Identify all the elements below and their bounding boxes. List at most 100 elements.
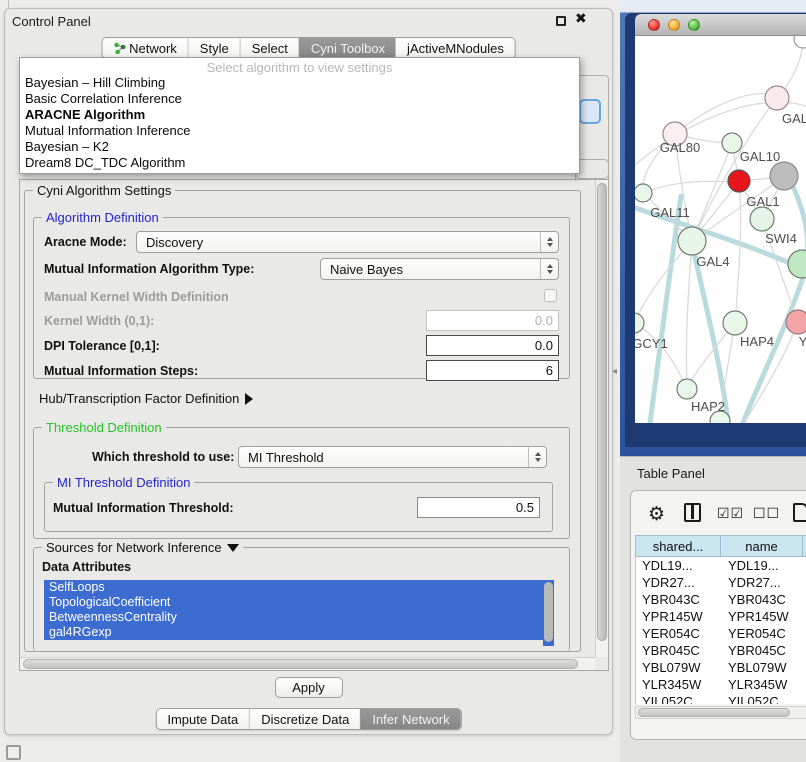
mi-threshold-label: Mutual Information Threshold:	[53, 501, 234, 515]
network-node[interactable]	[723, 311, 747, 335]
table-cell: YDR27...	[636, 574, 722, 591]
mi-threshold-field[interactable]	[417, 497, 540, 518]
mi-steps-field[interactable]	[426, 360, 559, 381]
mi-algorithm-type-combo[interactable]: Naive Bayes	[320, 258, 559, 280]
table-body: YDL19...YDL19...13YDR27...YDR27...12YBR0…	[635, 557, 806, 704]
tab-impute-data[interactable]: Impute Data	[156, 709, 249, 729]
node-label: HAP2	[691, 399, 725, 414]
data-attributes-list: SelfLoopsTopologicalCoefficientBetweenne…	[44, 580, 543, 646]
table-cell: YLR345W	[636, 676, 722, 693]
splitter-handle-icon[interactable]: ◂	[612, 366, 617, 377]
table-cell: YER054C	[722, 625, 804, 642]
network-node[interactable]	[635, 184, 652, 202]
table-row[interactable]: YPR145WYPR145W9.	[636, 608, 806, 625]
dropdown-item-list: Bayesian – Hill ClimbingBasic Correlatio…	[20, 75, 579, 171]
table-row[interactable]: YBL079WYBL079W	[636, 659, 806, 676]
gear-icon[interactable]: ⚙	[648, 503, 665, 525]
list-item[interactable]: SelfLoops	[44, 580, 543, 595]
tab-label: Style	[200, 41, 229, 56]
node-label: HAP4	[740, 334, 774, 349]
minimize-traffic-light[interactable]	[668, 19, 680, 31]
table-cell: YER054C	[636, 625, 722, 642]
columns-icon[interactable]	[684, 503, 701, 522]
dropdown-item[interactable]: Mutual Information Inference	[20, 123, 579, 139]
aracne-mode-combo[interactable]: Discovery	[136, 231, 559, 253]
network-node[interactable]	[728, 170, 750, 192]
tab-label: Discretize Data	[261, 712, 349, 727]
table-row[interactable]: YLR345WYLR345W9.	[636, 676, 806, 693]
table-row[interactable]: YDL19...YDL19...13	[636, 557, 806, 574]
expander-arrow-icon	[245, 393, 253, 405]
manual-kernel-checkbox[interactable]	[544, 289, 557, 302]
which-threshold-combo[interactable]: MI Threshold	[238, 446, 547, 468]
list-scrollbar[interactable]	[543, 580, 554, 646]
network-node[interactable]	[765, 86, 789, 110]
list-item[interactable]: BetweennessCentrality	[44, 610, 543, 625]
tab-cyni-toolbox[interactable]: Cyni Toolbox	[299, 38, 396, 58]
table-cell: YBL079W	[722, 659, 804, 676]
obscured-combo-fragment	[575, 159, 609, 179]
tab-network[interactable]: Network	[102, 38, 188, 58]
tab-infer-network[interactable]: Infer Network	[360, 709, 460, 729]
table-horizontal-scrollbar[interactable]	[635, 706, 806, 719]
table-row[interactable]: YDR27...YDR27...12	[636, 574, 806, 591]
checked-boxes-icon[interactable]: ☑☑	[717, 503, 744, 525]
network-node[interactable]	[794, 36, 806, 48]
tab-discretize-data[interactable]: Discretize Data	[249, 709, 360, 729]
close-traffic-light[interactable]	[648, 19, 660, 31]
hub-definition-expander[interactable]: Hub/Transcription Factor Definition	[39, 391, 253, 406]
kernel-width-field[interactable]	[426, 310, 559, 331]
desktop-top-strip	[620, 0, 806, 13]
cyni-mode-tabs: Impute Data Discretize Data Infer Network	[155, 708, 461, 730]
column-header[interactable]: shared...	[635, 535, 721, 557]
network-node[interactable]	[750, 207, 774, 231]
tab-label: Impute Data	[167, 712, 238, 727]
tab-jactivemnodules[interactable]: jActiveMNodules	[396, 38, 515, 58]
mi-steps-label: Mutual Information Steps:	[44, 364, 198, 378]
node-label: GAL	[782, 111, 806, 126]
network-graph: GALGAL80GAL10GAL1GAL11SWI4GAL4GCY1HAP4YH…	[635, 36, 806, 423]
network-edge	[735, 182, 741, 323]
table-row[interactable]: YBR045CYBR045C9.	[636, 642, 806, 659]
aracne-mode-label: Aracne Mode:	[44, 235, 127, 249]
list-item[interactable]: TopologicalCoefficient	[44, 595, 543, 610]
list-item[interactable]: gal4RGexp	[44, 625, 543, 640]
network-node[interactable]	[788, 250, 806, 278]
network-canvas[interactable]: GALGAL80GAL10GAL1GAL11SWI4GAL4GCY1HAP4YH…	[635, 36, 806, 423]
close-icon[interactable]: ✖	[575, 11, 587, 27]
tab-style[interactable]: Style	[188, 38, 240, 58]
network-node[interactable]	[677, 379, 697, 399]
dropdown-item[interactable]: Basic Correlation Inference	[20, 91, 579, 107]
dropdown-item[interactable]: Dream8 DC_TDC Algorithm	[20, 155, 579, 171]
group-title: Threshold Definition	[42, 420, 166, 435]
network-node[interactable]	[678, 227, 706, 255]
table-cell: YBR045C	[636, 642, 722, 659]
network-node[interactable]	[786, 310, 806, 334]
table-row[interactable]: YIL052CYIL052C9	[636, 693, 806, 704]
node-label: GAL10	[740, 149, 780, 164]
dpi-tolerance-field[interactable]	[426, 335, 559, 356]
table-cell: YBR043C	[722, 591, 804, 608]
float-window-icon[interactable]	[556, 16, 566, 26]
zoom-traffic-light[interactable]	[688, 19, 700, 31]
column-header[interactable]: name	[721, 535, 803, 557]
table-cell: YDL19...	[636, 557, 722, 574]
network-window-titlebar[interactable]	[635, 14, 806, 36]
table-row[interactable]: YER054CYER054C8.	[636, 625, 806, 642]
table-row[interactable]: YBR043CYBR043C	[636, 591, 806, 608]
node-label: GCY1	[635, 336, 668, 351]
apply-button[interactable]: Apply	[275, 677, 343, 698]
network-node[interactable]	[770, 162, 798, 190]
collapsed-panel-icon[interactable]	[6, 745, 21, 760]
settings-vertical-scrollbar[interactable]	[595, 180, 608, 657]
dropdown-item[interactable]: Bayesian – Hill Climbing	[20, 75, 579, 91]
network-node[interactable]	[635, 313, 644, 333]
window-chrome-notch	[8, 0, 9, 8]
unchecked-boxes-icon[interactable]: ☐☐	[753, 503, 780, 525]
tab-select[interactable]: Select	[240, 38, 299, 58]
document-icon[interactable]	[793, 503, 806, 522]
group-title: MI Threshold Definition	[53, 475, 194, 490]
dropdown-item[interactable]: ARACNE Algorithm	[20, 107, 579, 123]
settings-horizontal-scrollbar[interactable]	[20, 657, 595, 670]
dropdown-item[interactable]: Bayesian – K2	[20, 139, 579, 155]
